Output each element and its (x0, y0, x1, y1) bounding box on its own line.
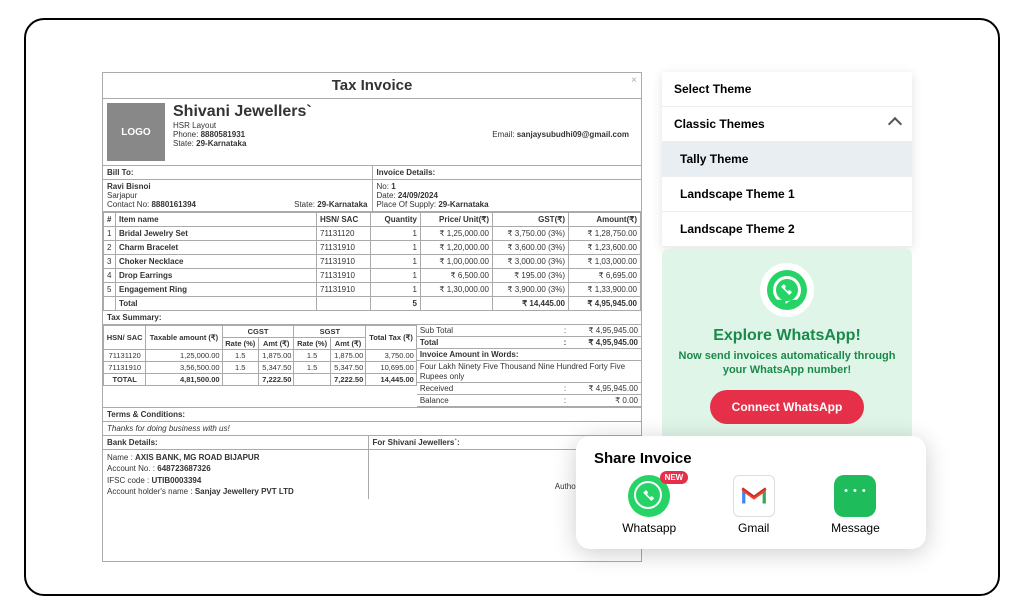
shop-state: State: 29-Karnataka (173, 139, 637, 148)
bill-to-label: Bill To: (103, 166, 373, 179)
item-row: 3Choker Necklace711319101₹ 1,00,000.00₹ … (104, 255, 641, 269)
shop-name: Shivani Jewellers` (173, 103, 637, 121)
terms-label: Terms & Conditions: (103, 408, 641, 422)
invoice-title: Tax Invoice (103, 73, 641, 99)
invoice-document: × Tax Invoice LOGO Shivani Jewellers` HS… (102, 72, 642, 562)
gmail-icon (733, 475, 775, 517)
connect-whatsapp-button[interactable]: Connect WhatsApp (710, 390, 865, 424)
theme-panel-title: Select Theme (662, 72, 912, 107)
whatsapp-icon-circle (760, 263, 814, 317)
close-icon[interactable]: × (631, 75, 637, 86)
share-gmail[interactable]: Gmail (733, 475, 775, 535)
theme-option[interactable]: Tally Theme (662, 142, 912, 177)
item-row: 4Drop Earrings711319101₹ 6,500.00₹ 195.0… (104, 269, 641, 283)
bill-to-block: Ravi Bisnoi Sarjapur Contact No: 8880161… (103, 180, 373, 211)
app-frame: × Tax Invoice LOGO Shivani Jewellers` HS… (24, 18, 1000, 596)
shop-phone: Phone: 8880581931 (173, 130, 245, 139)
share-whatsapp[interactable]: NEW Whatsapp (622, 475, 676, 535)
share-invoice-card: Share Invoice NEW Whatsapp Gmail Message (576, 436, 926, 549)
shop-address: HSR Layout (173, 121, 637, 130)
share-message[interactable]: Message (831, 475, 880, 535)
invoice-details-block: No: 1 Date: 24/09/2024 Place Of Supply: … (373, 180, 642, 211)
item-row: 5Engagement Ring711319101₹ 1,30,000.00₹ … (104, 283, 641, 297)
invoice-details-label: Invoice Details: (373, 166, 642, 179)
whatsapp-icon (767, 270, 807, 310)
whatsapp-promo: Explore WhatsApp! Now send invoices auto… (662, 249, 912, 459)
theme-panel: Select Theme Classic Themes Tally ThemeL… (662, 72, 912, 247)
message-icon (834, 475, 876, 517)
bank-details: Bank Details: Name : AXIS BANK, MG ROAD … (103, 436, 369, 499)
amount-summary: Sub Total:₹ 4,95,945.00 Total:₹ 4,95,945… (417, 325, 641, 407)
theme-category[interactable]: Classic Themes (662, 107, 912, 142)
thanks-text: Thanks for doing business with us! (103, 422, 641, 436)
item-row: 2Charm Bracelet711319101₹ 1,20,000.00₹ 3… (104, 241, 641, 255)
tax-total-row: TOTAL4,81,500.007,222.507,222.5014,445.0… (104, 374, 417, 386)
theme-option[interactable]: Landscape Theme 2 (662, 212, 912, 247)
chevron-up-icon (888, 117, 902, 131)
tax-row: 711319103,56,500.001.55,347.501.55,347.5… (104, 362, 417, 374)
shop-email: Email: sanjaysubudhi09@gmail.com (492, 130, 629, 139)
items-table: # Item name HSN/ SAC Quantity Price/ Uni… (103, 212, 641, 311)
tax-row: 711311201,25,000.001.51,875.001.51,875.0… (104, 350, 417, 362)
tax-summary-label: Tax Summary: (103, 311, 641, 325)
shop-logo: LOGO (107, 103, 165, 161)
shop-info: Shivani Jewellers` HSR Layout Phone: 888… (169, 99, 641, 165)
whatsapp-subtitle: Now send invoices automatically through … (672, 349, 902, 378)
total-row: Total5₹ 14,445.00₹ 4,95,945.00 (104, 297, 641, 311)
tax-breakdown: HSN/ SAC Taxable amount (₹) CGST SGST To… (103, 325, 417, 407)
share-title: Share Invoice (594, 450, 908, 467)
theme-option[interactable]: Landscape Theme 1 (662, 177, 912, 212)
new-badge: NEW (660, 471, 689, 484)
whatsapp-title: Explore WhatsApp! (672, 327, 902, 345)
item-row: 1Bridal Jewelry Set711311201₹ 1,25,000.0… (104, 227, 641, 241)
